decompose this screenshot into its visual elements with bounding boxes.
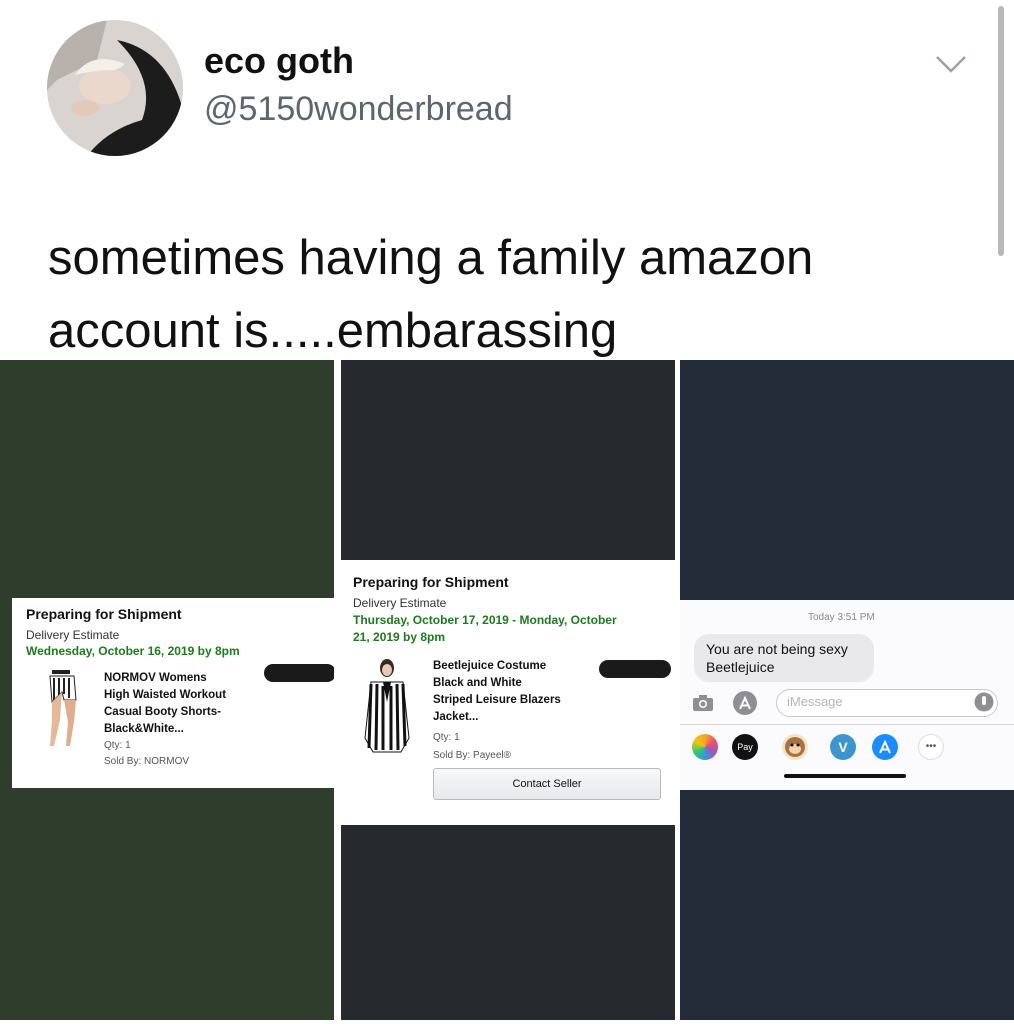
animoji-icon[interactable] [782, 734, 808, 760]
imessage-screenshot: Today 3:51 PM You are not being sexy Bee… [680, 360, 1014, 1020]
quantity: Qty: 1 [433, 732, 460, 743]
quantity: Qty: 1 [104, 740, 131, 751]
message-thread: Today 3:51 PM You are not being sexy Bee… [680, 600, 1014, 790]
tweet-text: sometimes having a family amazon account… [48, 231, 814, 358]
estimate-date: Wednesday, October 16, 2019 by 8pm [26, 644, 240, 658]
order-screenshot-1: Preparing for Shipment Delivery Estimate… [0, 360, 334, 1020]
avatar-photo [47, 20, 183, 156]
app-store-icon[interactable] [732, 690, 758, 721]
chevron-down-icon[interactable] [934, 52, 968, 76]
home-indicator[interactable] [784, 774, 906, 778]
camera-icon[interactable] [692, 694, 714, 717]
order-card: Preparing for Shipment Delivery Estimate… [341, 560, 675, 825]
scrollbar[interactable] [998, 6, 1004, 256]
estimate-label: Delivery Estimate [26, 628, 120, 642]
avatar[interactable] [47, 20, 183, 156]
product-name[interactable]: Beetlejuice Costume Black and White Stri… [433, 658, 561, 726]
more-icon[interactable]: ••• [918, 734, 944, 760]
shipment-status: Preparing for Shipment [26, 606, 182, 622]
sold-by: Sold By: Payeel® [433, 750, 511, 761]
product-image-blazer[interactable] [361, 658, 413, 754]
venmo-icon[interactable]: V [830, 734, 856, 760]
estimate-date: Thursday, October 17, 2019 - Monday, Oct… [353, 613, 617, 644]
microphone-icon[interactable] [974, 692, 994, 717]
apple-pay-icon[interactable]: Pay [732, 734, 758, 760]
app-store-icon[interactable] [872, 734, 898, 760]
estimate-label: Delivery Estimate [353, 596, 447, 610]
photos-icon[interactable] [692, 734, 718, 760]
shipment-status: Preparing for Shipment [353, 574, 509, 590]
imessage-input[interactable]: iMessage [776, 689, 998, 717]
divider [680, 724, 1014, 725]
order-screenshot-2: Preparing for Shipment Delivery Estimate… [341, 360, 675, 1020]
sold-by: Sold By: NORMOV [104, 756, 190, 767]
message-bubble[interactable]: You are not being sexy Beetlejuice [694, 634, 874, 682]
display-name[interactable]: eco goth [204, 40, 354, 82]
user-handle[interactable]: @5150wonderbread [204, 90, 513, 129]
product-image-shorts[interactable] [40, 670, 92, 750]
product-name[interactable]: NORMOV Womens High Waisted Workout Casua… [104, 670, 226, 738]
redaction-mark [264, 664, 334, 682]
redaction-mark [599, 660, 671, 678]
order-card: Preparing for Shipment Delivery Estimate… [12, 598, 334, 788]
message-timestamp: Today 3:51 PM [808, 612, 875, 623]
contact-seller-button[interactable]: Contact Seller [433, 768, 661, 800]
imessage-placeholder: iMessage [787, 694, 843, 709]
